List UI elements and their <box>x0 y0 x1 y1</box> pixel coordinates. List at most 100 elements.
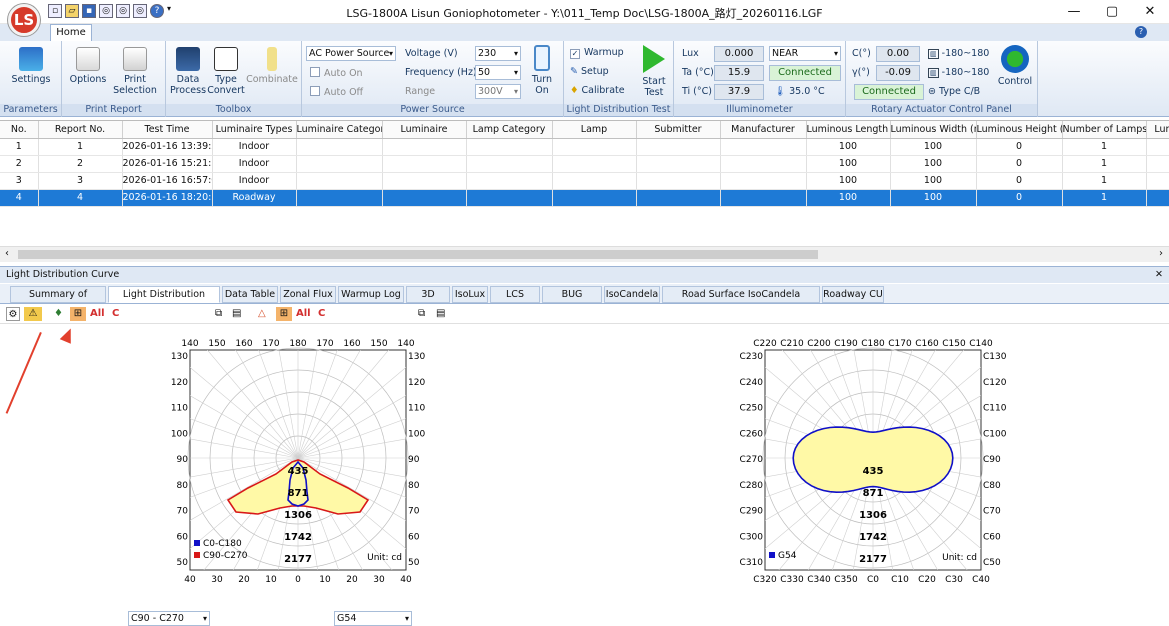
table-cell[interactable] <box>296 138 383 156</box>
table-cell[interactable]: 0 <box>976 189 1063 207</box>
frequency-select[interactable]: 50 <box>475 65 521 80</box>
column-header[interactable]: Lamp <box>552 121 637 139</box>
chart-type-icon[interactable]: ⊞ <box>276 307 292 321</box>
table-cell[interactable] <box>1146 189 1169 207</box>
table-cell[interactable]: 100 <box>890 172 977 190</box>
table-cell[interactable] <box>296 155 383 173</box>
panel-tab[interactable]: IsoLux <box>452 286 488 303</box>
c-plane-select-left[interactable]: C90 - C270 <box>128 611 210 626</box>
panel-tab[interactable]: Road Surface IsoCandela Diagram <box>662 286 820 316</box>
table-cell[interactable]: 100 <box>890 138 977 156</box>
panel-tab[interactable]: IsoCandela <box>604 286 660 303</box>
table-cell[interactable] <box>382 172 467 190</box>
data-process-button[interactable]: Data Process <box>170 47 206 96</box>
panel-tab[interactable]: Warmup Log <box>338 286 404 303</box>
options-gear-icon[interactable]: ⚙ <box>6 307 20 321</box>
panel-tab[interactable]: Summary of Results <box>10 286 106 316</box>
table-cell[interactable] <box>636 138 721 156</box>
column-header[interactable]: Luminaire Category <box>296 121 383 139</box>
gamma-select-right[interactable]: G54 <box>334 611 412 626</box>
gamma-range-button[interactable]: ▥ -180~180 <box>928 67 989 78</box>
panel-tab[interactable]: BUG Ratings <box>542 286 602 316</box>
table-horizontal-scrollbar[interactable]: ‹ › <box>0 246 1169 262</box>
table-cell[interactable] <box>1146 138 1169 156</box>
column-header[interactable]: Luminous Width (mm) <box>890 121 977 139</box>
table-cell[interactable]: 3 <box>38 172 123 190</box>
combinate-button[interactable]: Combinate <box>246 47 298 85</box>
table-row[interactable]: 332026-01-16 16:57:04Indoor10010001 <box>0 172 1169 190</box>
table-cell[interactable]: 100 <box>890 189 977 207</box>
scroll-left-icon[interactable]: ‹ <box>5 248 9 259</box>
range-select[interactable]: 300V <box>475 84 521 99</box>
table-cell[interactable]: 0 <box>976 138 1063 156</box>
panel-tab[interactable]: Light Distribution Curve <box>108 286 220 316</box>
column-header[interactable]: Luminaire <box>382 121 467 139</box>
close-button[interactable]: ✕ <box>1131 0 1169 24</box>
table-row[interactable]: 442026-01-16 18:20:30Roadway10010001 <box>0 189 1169 207</box>
table-cell[interactable] <box>636 189 721 207</box>
table-cell[interactable] <box>720 138 807 156</box>
table-cell[interactable] <box>636 172 721 190</box>
warning-icon[interactable]: ⚠ <box>24 307 42 321</box>
type-convert-button[interactable]: Type Convert <box>206 47 246 96</box>
setup-button[interactable]: ✎ Setup <box>570 66 609 77</box>
table-cell[interactable]: Indoor <box>212 155 297 173</box>
table-cell[interactable]: 4 <box>0 189 39 207</box>
table-cell[interactable] <box>466 155 553 173</box>
scrollbar-thumb[interactable] <box>18 250 818 259</box>
column-header[interactable]: Lume <box>1146 121 1169 139</box>
table-cell[interactable]: 3 <box>0 172 39 190</box>
table-cell[interactable] <box>382 189 467 207</box>
column-header[interactable]: Submitter <box>636 121 721 139</box>
table-cell[interactable]: 0 <box>976 172 1063 190</box>
table-cell[interactable]: 100 <box>806 155 891 173</box>
panel-tab[interactable]: Data Table <box>222 286 278 303</box>
table-cell[interactable]: 1 <box>1062 189 1147 207</box>
turn-on-button[interactable]: Turn On <box>525 45 559 96</box>
save-chart-icon-left[interactable]: ▤ <box>232 307 241 321</box>
column-header[interactable]: Test Time <box>122 121 213 139</box>
table-cell[interactable] <box>636 155 721 173</box>
calibrate-button[interactable]: ♦ Calibrate <box>570 85 625 96</box>
table-cell[interactable]: 100 <box>806 189 891 207</box>
grid-icon[interactable]: ⊞ <box>70 307 86 321</box>
table-cell[interactable]: 1 <box>0 138 39 156</box>
table-cell[interactable] <box>296 189 383 207</box>
tab-home[interactable]: Home <box>50 24 92 41</box>
filter-icon[interactable]: ♦ <box>54 307 68 321</box>
panel-tab[interactable]: Zonal Flux <box>280 286 336 303</box>
table-cell[interactable]: 1 <box>1062 138 1147 156</box>
copy-icon-right[interactable]: ⧉ <box>418 307 425 321</box>
table-cell[interactable] <box>466 138 553 156</box>
triangle-icon[interactable]: △ <box>258 307 266 321</box>
table-cell[interactable] <box>382 138 467 156</box>
copy-icon-left[interactable]: ⧉ <box>215 307 222 321</box>
table-cell[interactable]: 1 <box>38 138 123 156</box>
all-left-button[interactable]: All <box>90 307 105 321</box>
power-source-select[interactable]: AC Power Source <box>306 46 396 61</box>
all-right-button[interactable]: All <box>296 307 311 321</box>
start-test-button[interactable]: Start Test <box>636 45 672 98</box>
app-logo[interactable]: LS <box>8 4 40 36</box>
column-header[interactable]: Luminous Length (mm) <box>806 121 891 139</box>
panel-tab[interactable]: Roadway CU <box>822 286 884 303</box>
c-range-button[interactable]: ▥ -180~180 <box>928 48 989 59</box>
table-row[interactable]: 112026-01-16 13:39:21Indoor10010001 <box>0 138 1169 156</box>
panel-tab[interactable]: LCS Graph <box>490 286 540 316</box>
illuminometer-mode-select[interactable]: NEAR <box>769 46 841 61</box>
column-header[interactable]: Report No. <box>38 121 123 139</box>
table-cell[interactable] <box>552 155 637 173</box>
column-header[interactable]: Lamp Category <box>466 121 553 139</box>
table-cell[interactable]: Indoor <box>212 138 297 156</box>
column-header[interactable]: No. <box>0 121 39 139</box>
auto-on-checkbox[interactable]: Auto On <box>310 67 363 79</box>
table-cell[interactable]: 100 <box>806 172 891 190</box>
column-header[interactable]: Luminaire Types <box>212 121 297 139</box>
table-cell[interactable] <box>720 172 807 190</box>
table-cell[interactable] <box>552 138 637 156</box>
table-cell[interactable]: 2026-01-16 18:20:30 <box>122 189 213 207</box>
auto-off-checkbox[interactable]: Auto Off <box>310 86 363 98</box>
column-header[interactable]: Luminous Height (mm) <box>976 121 1063 139</box>
print-selection-button[interactable]: Print Selection <box>110 47 160 96</box>
table-cell[interactable]: 2026-01-16 15:21:56 <box>122 155 213 173</box>
